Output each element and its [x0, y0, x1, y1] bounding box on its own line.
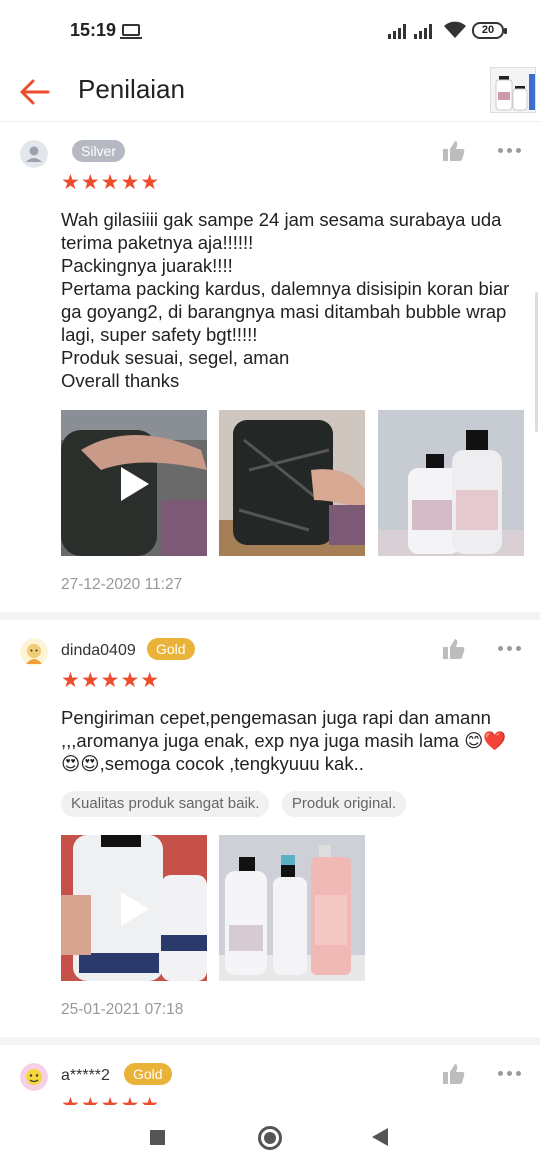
signal-icon [388, 23, 410, 39]
membership-badge: Gold [147, 638, 195, 660]
home-button[interactable] [258, 1126, 282, 1150]
membership-badge: Gold [124, 1063, 172, 1085]
wifi-icon [444, 21, 466, 38]
thumbs-up-icon[interactable] [442, 1063, 466, 1085]
review-header: Silver [18, 138, 522, 172]
review-card: dinda0409 Gold ★★★★★ Pengiriman cepet,pe… [0, 620, 540, 1045]
review-photo[interactable] [219, 410, 366, 556]
review-media [61, 410, 524, 556]
review-media [61, 835, 522, 981]
review-video-thumbnail[interactable] [61, 835, 207, 981]
review-card: Silver ★★★★★ Wah gilasiiii gak sampe 24 … [0, 122, 540, 620]
system-navigation-bar [0, 1105, 540, 1170]
review-timestamp: 25-01-2021 07:18 [61, 1001, 184, 1018]
review-header: a*****2 Gold [18, 1061, 522, 1095]
app-bar: Penilaian [0, 62, 540, 122]
rating-stars: ★★★★★ [61, 1095, 522, 1106]
recent-apps-button[interactable] [150, 1130, 165, 1145]
user-avatar[interactable] [20, 1063, 48, 1091]
review-card: a*****2 Gold ★★★★★ [0, 1045, 540, 1105]
battery-icon: 20 [472, 22, 507, 39]
more-options-icon[interactable] [498, 1071, 522, 1077]
product-thumbnail[interactable] [490, 67, 536, 113]
review-text: Pengiriman cepet,pengemasan juga rapi da… [61, 707, 507, 774]
status-bar: 15:19 20 [0, 0, 540, 62]
more-options-icon[interactable] [498, 646, 522, 652]
more-options-icon[interactable] [498, 148, 522, 154]
thumbs-up-icon[interactable] [442, 140, 466, 162]
review-tag[interactable]: Kualitas produk sangat baik. [61, 791, 270, 817]
play-icon [121, 467, 149, 501]
username[interactable]: dinda0409 [61, 642, 136, 660]
play-icon [121, 892, 149, 926]
username[interactable]: a*****2 [61, 1067, 110, 1085]
review-text: Wah gilasiiii gak sampe 24 jam sesama su… [61, 209, 510, 391]
rating-stars: ★★★★★ [61, 171, 161, 194]
page-title: Penilaian [78, 74, 185, 104]
default-avatar-icon[interactable] [20, 140, 48, 168]
review-video-thumbnail[interactable] [61, 410, 207, 556]
user-avatar[interactable] [20, 638, 48, 666]
signal-icon-2 [414, 23, 436, 39]
membership-badge: Silver [72, 140, 126, 162]
thumbs-up-icon[interactable] [442, 638, 466, 660]
review-photo[interactable] [219, 835, 366, 981]
review-timestamp: 27-12-2020 11:27 [61, 576, 183, 593]
scrollbar[interactable] [535, 292, 538, 432]
review-tag[interactable]: Produk original. [281, 791, 407, 817]
review-tags: Kualitas produk sangat baik. Produk orig… [61, 791, 522, 817]
status-time: 15:19 [70, 20, 117, 40]
laptop-icon [120, 24, 142, 39]
system-back-button[interactable] [372, 1128, 388, 1146]
review-photo[interactable] [377, 410, 524, 556]
battery-level: 20 [481, 24, 495, 36]
reviews-list[interactable]: Silver ★★★★★ Wah gilasiiii gak sampe 24 … [0, 122, 540, 1105]
rating-stars: ★★★★★ [61, 669, 161, 692]
review-header: dinda0409 Gold [18, 636, 522, 670]
back-arrow-icon[interactable] [14, 72, 54, 112]
